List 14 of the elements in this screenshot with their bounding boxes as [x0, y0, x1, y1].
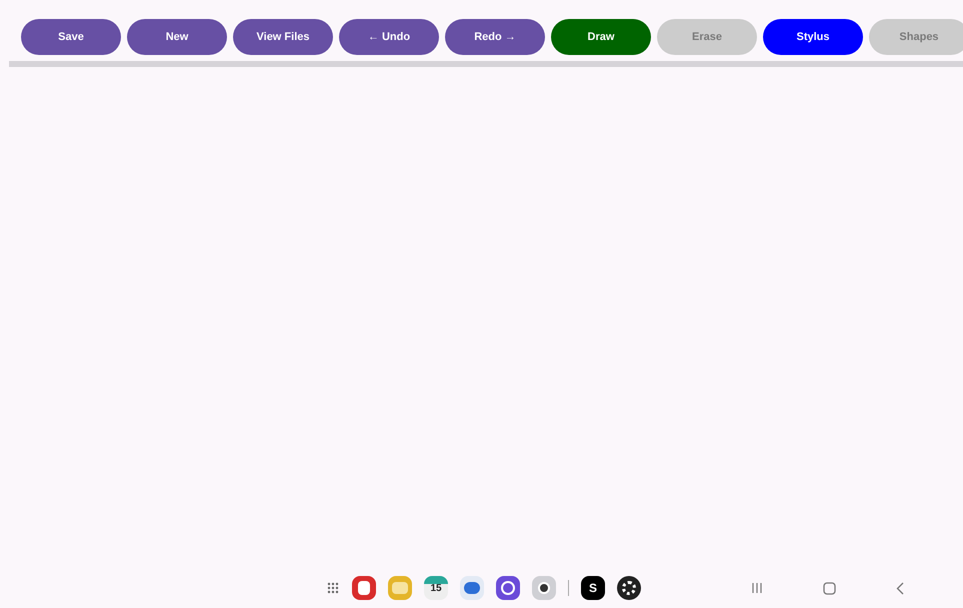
toolbar-button[interactable]: Stylus — [763, 19, 863, 55]
home-icon[interactable] — [823, 582, 836, 594]
toolbar-button[interactable]: View Files — [233, 19, 333, 55]
back-icon[interactable] — [896, 582, 904, 594]
toolbar-button[interactable]: Save — [21, 19, 121, 55]
recents-icon[interactable] — [751, 582, 763, 594]
app-icon[interactable]: S — [581, 576, 605, 600]
gear-icon[interactable] — [617, 576, 641, 600]
toolbar-button[interactable]: Draw — [551, 19, 651, 55]
toolbar-button[interactable]: Redo → — [445, 19, 545, 55]
toolbar-button[interactable]: ← Undo — [339, 19, 439, 55]
toolbar-button[interactable]: New — [127, 19, 227, 55]
app-grid-icon[interactable] — [326, 581, 340, 595]
calendar-icon[interactable]: 15 — [424, 576, 448, 600]
